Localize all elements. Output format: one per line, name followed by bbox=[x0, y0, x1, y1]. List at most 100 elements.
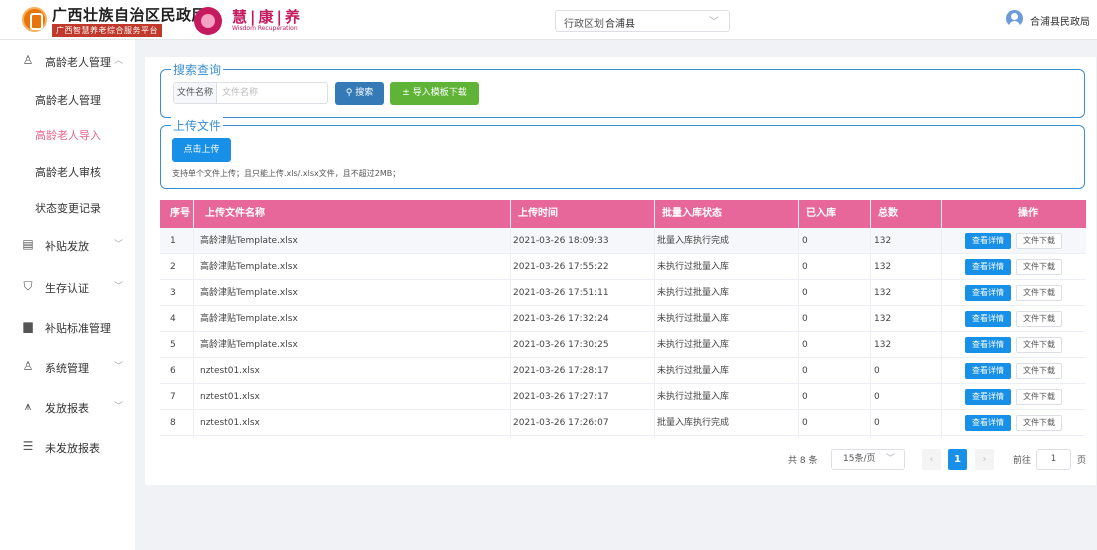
main-card: 搜索查询 文件名称 文件名称 ⚲ 搜索 ± 导入模板下载 上传文件 点击上传 支… bbox=[145, 57, 1096, 485]
cell-file-name: nztest01.xlsx bbox=[200, 392, 260, 402]
chevron-down-icon: ﹀ bbox=[709, 17, 719, 28]
file-download-button[interactable]: 文件下载 bbox=[1016, 389, 1062, 405]
sidebar-item-status-change-log[interactable]: 状态变更记录 bbox=[0, 188, 135, 224]
brand-title: 广西壮族自治区民政厅 bbox=[52, 6, 208, 24]
goto-unit: 页 bbox=[1077, 456, 1087, 466]
sidebar-group-survival-auth[interactable]: ⛉ 生存认证 ﹀ bbox=[0, 268, 135, 304]
top-header: 广西壮族自治区民政厅 广西智慧养老综合服务平台 慧|康|养 Wisdom Rec… bbox=[0, 0, 1097, 40]
table-header: 序号 上传文件名称 上传时间 批量入库状态 已入库 总数 操作 bbox=[160, 200, 1086, 228]
sidebar-item-label: 高龄老人导入 bbox=[35, 129, 101, 142]
view-details-button[interactable]: 查看详情 bbox=[965, 259, 1011, 275]
view-details-button[interactable]: 查看详情 bbox=[965, 337, 1011, 353]
cell-upload-time: 2021-03-26 17:28:17 bbox=[513, 366, 609, 376]
file-download-button[interactable]: 文件下载 bbox=[1016, 233, 1062, 249]
file-name-label: 文件名称 bbox=[174, 83, 217, 103]
chevron-up-icon: ︿ bbox=[114, 56, 124, 66]
cell-index: 8 bbox=[170, 418, 176, 428]
view-details-button[interactable]: 查看详情 bbox=[965, 363, 1011, 379]
table-row: 8 nztest01.xlsx 2021-03-26 17:26:07 批量入库执行完… bbox=[160, 410, 1086, 436]
view-details-button[interactable]: 查看详情 bbox=[965, 311, 1011, 327]
cell-index: 5 bbox=[170, 340, 176, 350]
sidebar-item-elderly-management[interactable]: 高龄老人管理 bbox=[0, 80, 135, 116]
brand2-title: 慧|康|养 bbox=[232, 8, 303, 26]
cell-import-status: 批量入库执行完成 bbox=[657, 236, 730, 246]
users-icon: ♙ bbox=[22, 359, 34, 373]
template-download-button[interactable]: ± 导入模板下载 bbox=[390, 82, 479, 105]
upload-button[interactable]: 点击上传 bbox=[172, 138, 231, 162]
cell-total: 132 bbox=[874, 236, 892, 246]
file-download-button[interactable]: 文件下载 bbox=[1016, 259, 1062, 275]
cell-stored: 0 bbox=[802, 366, 808, 376]
column-header-file-name: 上传文件名称 bbox=[205, 208, 265, 219]
file-download-button[interactable]: 文件下载 bbox=[1016, 285, 1062, 301]
view-details-button[interactable]: 查看详情 bbox=[965, 415, 1011, 431]
civil-affairs-logo-icon bbox=[22, 7, 47, 32]
chevron-down-icon: ﹀ bbox=[885, 454, 895, 464]
sidebar-item-elderly-import[interactable]: 高龄老人导入 bbox=[0, 115, 135, 151]
shield-icon: ⛉ bbox=[23, 279, 33, 293]
cell-import-status: 未执行过批量入库 bbox=[657, 314, 730, 324]
column-header-stored: 已入库 bbox=[806, 208, 836, 219]
file-download-button[interactable]: 文件下载 bbox=[1016, 337, 1062, 353]
table-row: 1 高龄津贴Template.xlsx 2021-03-26 18:09:33 批量入… bbox=[160, 228, 1086, 254]
page-size-select[interactable]: 15条/页 ﹀ bbox=[831, 449, 905, 470]
sidebar-item-label: 高龄老人管理 bbox=[35, 94, 101, 107]
cell-file-name: 高龄津贴Template.xlsx bbox=[200, 314, 298, 324]
cell-stored: 0 bbox=[802, 340, 808, 350]
cell-index: 4 bbox=[170, 314, 176, 324]
upload-hint: 支持单个文件上传；且只能上传.xls/.xlsx文件，且不超过2MB； bbox=[172, 169, 401, 178]
sidebar-item-elderly-review[interactable]: 高龄老人审核 bbox=[0, 152, 135, 188]
pagination: 共 8 条 15条/页 ﹀ ‹ 1 › 前往 1 页 bbox=[145, 449, 1096, 471]
report-icon: ☰ bbox=[22, 439, 34, 453]
column-header-upload-time: 上传时间 bbox=[518, 208, 558, 219]
sidebar-group-unpaid-report[interactable]: ☰ 未发放报表 bbox=[0, 428, 135, 464]
elderly-icon: ♙ bbox=[22, 53, 34, 67]
brand-subtitle: 广西智慧养老综合服务平台 bbox=[52, 24, 162, 37]
upload-panel: 上传文件 点击上传 支持单个文件上传；且只能上传.xls/.xlsx文件，且不超… bbox=[160, 117, 1085, 189]
cell-upload-time: 2021-03-26 17:30:25 bbox=[513, 340, 609, 350]
file-download-button[interactable]: 文件下载 bbox=[1016, 311, 1062, 327]
column-header-import-status: 批量入库状态 bbox=[662, 208, 722, 219]
sidebar-group-label: 补贴标准管理 bbox=[45, 322, 111, 335]
file-download-button[interactable]: 文件下载 bbox=[1016, 363, 1062, 379]
table-row: 4 高龄津贴Template.xlsx 2021-03-26 17:32:24 未执行… bbox=[160, 306, 1086, 332]
file-name-search-field: 文件名称 文件名称 bbox=[173, 82, 328, 104]
sidebar-group-subsidy-payment[interactable]: ▤ 补贴发放 ﹀ bbox=[0, 226, 135, 262]
cell-stored: 0 bbox=[802, 236, 808, 246]
sidebar-group-system-management[interactable]: ♙ 系统管理 ﹀ bbox=[0, 348, 135, 384]
file-name-input[interactable]: 文件名称 bbox=[222, 83, 258, 103]
column-header-actions: 操作 bbox=[1018, 208, 1038, 219]
cell-import-status: 未执行过批量入库 bbox=[657, 340, 730, 350]
ledger-icon: ▤ bbox=[22, 237, 34, 251]
sidebar: ♙ 高龄老人管理 ︿ 高龄老人管理 高龄老人导入 高龄老人审核 状态变更记录 ▤… bbox=[0, 40, 135, 550]
view-details-button[interactable]: 查看详情 bbox=[965, 285, 1011, 301]
sidebar-group-elderly-management[interactable]: ♙ 高龄老人管理 ︿ bbox=[0, 42, 135, 78]
user-name[interactable]: 合浦县民政局 bbox=[1030, 13, 1090, 28]
prev-page-button[interactable]: ‹ bbox=[922, 449, 941, 470]
cell-upload-time: 2021-03-26 17:55:22 bbox=[513, 262, 609, 272]
search-button[interactable]: ⚲ 搜索 bbox=[335, 82, 384, 105]
search-icon: ⚲ bbox=[345, 88, 353, 98]
cell-total: 0 bbox=[874, 366, 880, 376]
column-divider bbox=[510, 200, 511, 438]
sidebar-group-label: 未发放报表 bbox=[45, 442, 100, 455]
cell-file-name: nztest01.xlsx bbox=[200, 418, 260, 428]
view-details-button[interactable]: 查看详情 bbox=[965, 233, 1011, 249]
sidebar-item-label: 状态变更记录 bbox=[35, 202, 101, 215]
next-page-button[interactable]: › bbox=[975, 449, 994, 470]
view-details-button[interactable]: 查看详情 bbox=[965, 389, 1011, 405]
column-header-total: 总数 bbox=[878, 208, 898, 219]
cell-import-status: 未执行过批量入库 bbox=[657, 366, 730, 376]
sidebar-group-label: 系统管理 bbox=[45, 362, 89, 375]
cell-file-name: 高龄津贴Template.xlsx bbox=[200, 262, 298, 272]
file-download-button[interactable]: 文件下载 bbox=[1016, 415, 1062, 431]
cell-index: 7 bbox=[170, 392, 176, 402]
region-select[interactable]: 行政区划 合浦县 ﹀ bbox=[555, 10, 730, 32]
sidebar-group-payment-report[interactable]: ⩚ 发放报表 ﹀ bbox=[0, 388, 135, 424]
sidebar-group-subsidy-standard[interactable]: ▆ 补贴标准管理 bbox=[0, 308, 135, 344]
cell-total: 132 bbox=[874, 314, 892, 324]
current-page-button[interactable]: 1 bbox=[948, 449, 967, 470]
goto-page-input[interactable]: 1 bbox=[1036, 449, 1071, 470]
avatar[interactable] bbox=[1006, 10, 1023, 27]
cell-upload-time: 2021-03-26 18:09:33 bbox=[513, 236, 609, 246]
